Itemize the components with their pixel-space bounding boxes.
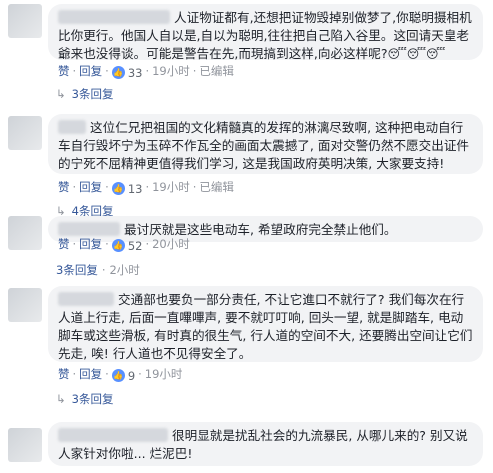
like-count[interactable]: 👍 52 <box>111 239 142 253</box>
reply-button[interactable]: 回复 <box>79 237 102 251</box>
comment-time[interactable]: 19小时 <box>145 367 183 381</box>
comment-time[interactable]: 20小时 <box>152 237 190 251</box>
thumbs-up-icon: 👍 <box>111 66 125 79</box>
like-button[interactable]: 赞 <box>58 64 70 78</box>
view-replies-link[interactable]: 3条回复 · 2小时 <box>56 262 140 278</box>
commenter-name[interactable] <box>58 222 120 236</box>
comment-bubble: 人证物证都有,还想把证物毁掉别做梦了,你聪明摄相机比你更行。他国人自以是,自以为… <box>48 4 483 61</box>
avatar[interactable] <box>8 4 42 38</box>
reply-time[interactable]: 2小时 <box>109 263 139 277</box>
commenter-name[interactable] <box>58 428 168 442</box>
thumbs-up-icon: 👍 <box>111 182 125 195</box>
like-count[interactable]: 👍 33 <box>111 66 142 80</box>
edited-label[interactable]: 已编辑 <box>199 64 234 78</box>
comment-time[interactable]: 19小时 <box>152 180 190 194</box>
like-button[interactable]: 赞 <box>58 237 70 251</box>
avatar[interactable] <box>8 288 42 322</box>
comment-time[interactable]: 19小时 <box>152 64 190 78</box>
comment-bubble: 这位仁兄把祖国的文化精髓真的发挥的淋漓尽致啊, 这种把电动自行车自行毁坏宁为玉碎… <box>48 114 483 174</box>
view-replies-link[interactable]: ↳ 3条回复 <box>56 86 113 102</box>
comment-text: 交通部也要负一部分责任, 不让它進口不就行了? 我们每次在行人道上行走, 后面一… <box>58 292 473 361</box>
like-count[interactable]: 👍 9 <box>111 369 135 383</box>
comment-actions: 赞 · 回复 · 👍 9 · 19小时 <box>58 367 183 383</box>
comment-actions: 赞 · 回复 · 👍 52 · 20小时 <box>58 237 190 253</box>
commenter-name[interactable] <box>58 292 114 306</box>
view-replies-link[interactable]: ↳ 3条回复 <box>56 391 113 407</box>
commenter-name[interactable] <box>58 120 86 134</box>
comment-actions: 赞 · 回复 · 👍 33 · 19小时 · 已编辑 <box>58 64 234 80</box>
thumbs-up-icon: 👍 <box>111 239 125 252</box>
reply-button[interactable]: 回复 <box>79 64 102 78</box>
reply-button[interactable]: 回复 <box>79 367 102 381</box>
edited-label[interactable]: 已编辑 <box>199 180 234 194</box>
comment-bubble: 很明显就是扰乱社会的九流暴民, 从哪儿来的? 别又说人家针对你啦... 烂泥巴! <box>48 422 483 466</box>
like-button[interactable]: 赞 <box>58 180 70 194</box>
like-button[interactable]: 赞 <box>58 367 70 381</box>
comment-bubble: 交通部也要负一部分责任, 不让它進口不就行了? 我们每次在行人道上行走, 后面一… <box>48 286 483 362</box>
comment-text: 这位仁兄把祖国的文化精髓真的发挥的淋漓尽致啊, 这种把电动自行车自行毁坏宁为玉碎… <box>58 120 470 171</box>
avatar[interactable] <box>8 116 42 150</box>
reply-arrow-icon: ↳ <box>56 87 66 101</box>
like-count[interactable]: 👍 13 <box>111 182 142 196</box>
reply-button[interactable]: 回复 <box>79 180 102 194</box>
sleeping-emoji-icon: 😴😴😴 <box>387 47 446 61</box>
commenter-name[interactable] <box>58 10 170 24</box>
avatar[interactable] <box>8 216 42 250</box>
thumbs-up-icon: 👍 <box>111 369 125 382</box>
avatar[interactable] <box>8 428 42 462</box>
comment-actions: 赞 · 回复 · 👍 13 · 19小时 · 已编辑 <box>58 180 234 196</box>
reply-arrow-icon: ↳ <box>56 392 66 406</box>
comment-text: 最讨厌就是这些电动车, 希望政府完全禁止他们。 <box>124 222 397 237</box>
